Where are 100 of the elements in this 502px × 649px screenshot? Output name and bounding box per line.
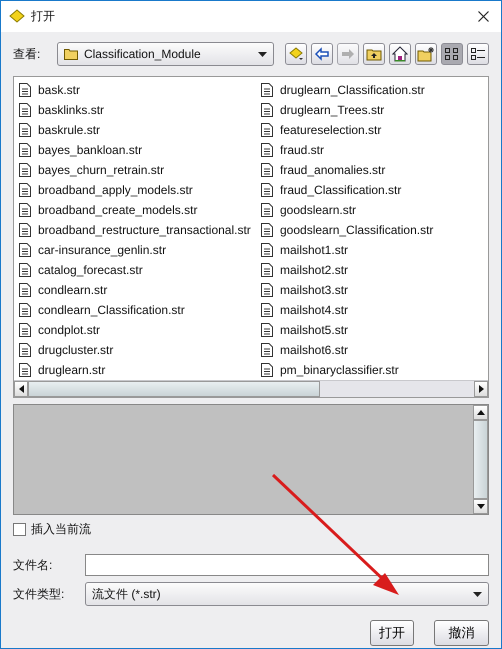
file-icon: [19, 183, 31, 197]
file-item[interactable]: condlearn.str: [17, 280, 259, 300]
file-item[interactable]: car-insurance_genlin.str: [17, 240, 259, 260]
toolbar-button[interactable]: [441, 43, 463, 65]
file-item[interactable]: goodslearn_Classification.str: [259, 220, 488, 240]
file-icon: [261, 323, 273, 337]
file-icon: [261, 243, 273, 257]
file-item[interactable]: broadband_create_models.str: [17, 200, 259, 220]
diamond-icon: [288, 46, 304, 62]
file-name-label: 文件名:: [13, 556, 54, 574]
left-arrow-icon: [314, 46, 330, 62]
file-item[interactable]: pm_binaryclassifier.str: [259, 360, 488, 380]
file-icon: [261, 283, 273, 297]
file-icon: [19, 343, 31, 357]
new-folder-icon: [417, 46, 435, 62]
file-item[interactable]: fraud_Classification.str: [259, 180, 488, 200]
file-item[interactable]: broadband_restructure_transactional.str: [17, 220, 259, 240]
file-icon: [261, 83, 273, 97]
toolbar-button[interactable]: [311, 43, 333, 65]
scroll-right-button[interactable]: [474, 381, 488, 397]
file-item[interactable]: mailshot6.str: [259, 340, 488, 360]
file-icon: [261, 223, 273, 237]
file-item[interactable]: bayes_churn_retrain.str: [17, 160, 259, 180]
file-item[interactable]: mailshot2.str: [259, 260, 488, 280]
file-item[interactable]: broadband_apply_models.str: [17, 180, 259, 200]
right-triangle-icon: [478, 385, 484, 393]
file-item[interactable]: condlearn_Classification.str: [17, 300, 259, 320]
file-icon: [261, 363, 273, 377]
toolbar-button[interactable]: [363, 43, 385, 65]
list-view-icon: [444, 46, 460, 62]
left-triangle-icon: [18, 385, 24, 393]
file-item[interactable]: fraud_anomalies.str: [259, 160, 488, 180]
look-in-label: 查看:: [13, 46, 42, 62]
file-item[interactable]: mailshot3.str: [259, 280, 488, 300]
scroll-down-button[interactable]: [473, 499, 488, 514]
file-icon: [19, 123, 31, 137]
open-button[interactable]: 打开: [370, 620, 414, 646]
file-type-dropdown[interactable]: 流文件 (*.str): [85, 582, 489, 606]
toolbar-button[interactable]: [467, 43, 489, 65]
file-icon: [19, 363, 31, 377]
file-icon: [261, 103, 273, 117]
file-icon: [19, 223, 31, 237]
cancel-button[interactable]: 撤消: [434, 620, 489, 646]
file-type-label: 文件类型:: [13, 586, 66, 602]
folder-icon: [64, 48, 78, 60]
file-icon: [19, 303, 31, 317]
file-icon: [19, 243, 31, 257]
file-item[interactable]: basklinks.str: [17, 100, 259, 120]
vertical-scrollbar[interactable]: [473, 405, 488, 514]
checkbox-label: 插入当前流: [31, 520, 91, 538]
file-icon: [261, 203, 273, 217]
toolbar-button[interactable]: [415, 43, 437, 65]
file-item[interactable]: mailshot4.str: [259, 300, 488, 320]
file-icon: [19, 263, 31, 277]
file-item[interactable]: drugcluster.str: [17, 340, 259, 360]
file-icon: [19, 203, 31, 217]
scroll-left-button[interactable]: [14, 381, 28, 397]
dropdown-arrow-icon: [258, 52, 267, 56]
checkbox[interactable]: [13, 522, 26, 536]
home-icon: [392, 46, 408, 62]
file-icon: [19, 163, 31, 177]
file-icon: [19, 83, 31, 97]
close-icon: [478, 11, 489, 22]
file-icon: [261, 343, 273, 357]
file-icon: [261, 163, 273, 177]
file-icon: [261, 303, 273, 317]
file-item[interactable]: bayes_bankloan.str: [17, 140, 259, 160]
app-icon: [9, 8, 25, 24]
file-item[interactable]: bask.str: [17, 80, 259, 100]
file-item[interactable]: fraud.str: [259, 140, 488, 160]
file-icon: [261, 183, 273, 197]
file-item[interactable]: mailshot1.str: [259, 240, 488, 260]
dropdown-arrow-icon: [473, 592, 482, 596]
file-icon: [261, 123, 273, 137]
file-item[interactable]: condplot.str: [17, 320, 259, 340]
file-item[interactable]: druglearn.str: [17, 360, 259, 380]
file-icon: [19, 283, 31, 297]
file-item[interactable]: mailshot5.str: [259, 320, 488, 340]
right-arrow-icon: [340, 46, 356, 62]
up-triangle-icon: [476, 410, 484, 415]
file-icon: [261, 263, 273, 277]
scrollbar-thumb[interactable]: [473, 420, 488, 499]
file-item[interactable]: baskrule.str: [17, 120, 259, 140]
scroll-up-button[interactable]: [473, 405, 488, 420]
file-item[interactable]: druglearn_Classification.str: [259, 80, 488, 100]
scrollbar-thumb[interactable]: [28, 381, 320, 397]
folder-dropdown[interactable]: Classification_Module: [56, 42, 274, 66]
file-name-field[interactable]: [85, 554, 489, 576]
down-triangle-icon: [476, 504, 484, 509]
file-item[interactable]: catalog_forecast.str: [17, 260, 259, 280]
file-icon: [261, 143, 273, 157]
file-icon: [19, 323, 31, 337]
file-item[interactable]: goodslearn.str: [259, 200, 488, 220]
file-item[interactable]: druglearn_Trees.str: [259, 100, 488, 120]
file-icon: [19, 143, 31, 157]
file-icon: [19, 103, 31, 117]
details-view-icon: [470, 46, 486, 62]
horizontal-scrollbar[interactable]: [14, 380, 488, 397]
toolbar-button[interactable]: [389, 43, 411, 65]
file-item[interactable]: featureselection.str: [259, 120, 488, 140]
